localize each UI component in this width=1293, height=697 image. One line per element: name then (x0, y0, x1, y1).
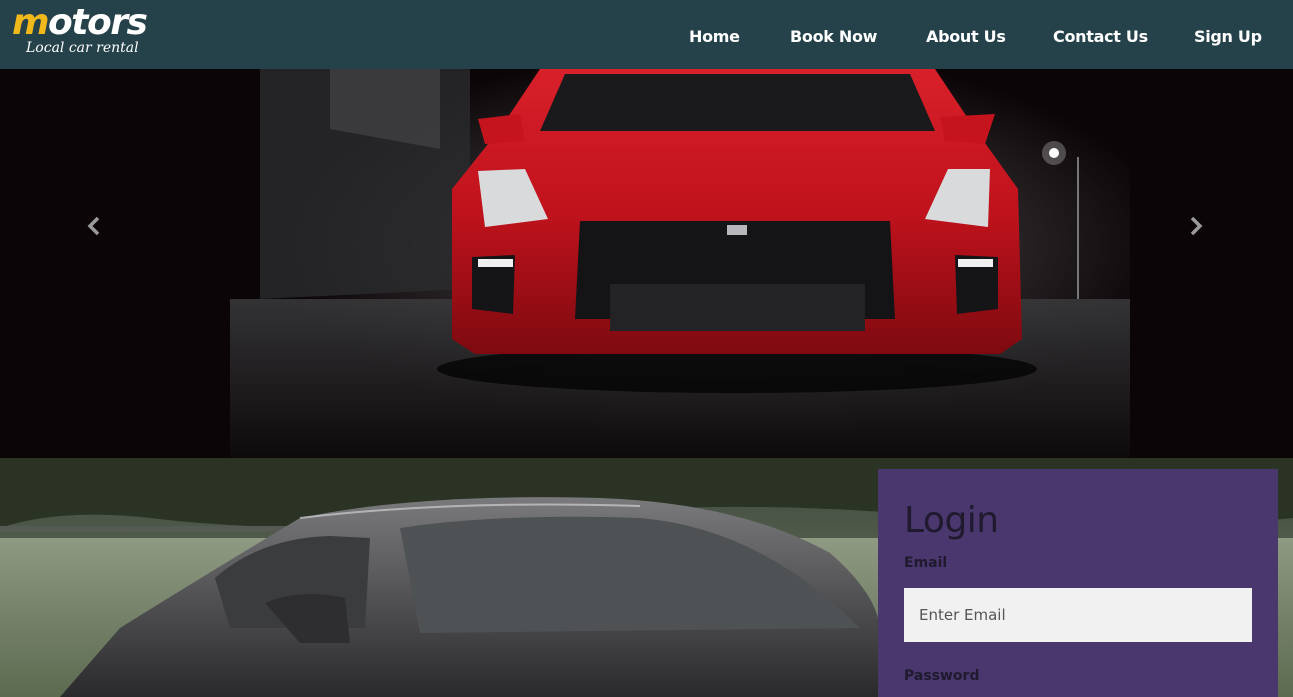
nav-sign-up[interactable]: Sign Up (1194, 27, 1262, 46)
nav-home[interactable]: Home (689, 27, 740, 46)
chevron-right-icon (1190, 216, 1203, 236)
chevron-left-icon (87, 216, 100, 236)
carousel-prev-button[interactable] (79, 209, 109, 243)
email-field[interactable] (904, 588, 1252, 642)
nav-book-now[interactable]: Book Now (790, 27, 877, 46)
email-label: Email (904, 555, 948, 571)
password-label: Password (904, 668, 980, 684)
login-panel: Login Email Password (878, 469, 1278, 697)
nav-about-us[interactable]: About Us (926, 27, 1006, 46)
top-navbar: motors Local car rental Home Book Now Ab… (0, 0, 1293, 69)
nav-contact-us[interactable]: Contact Us (1053, 27, 1148, 46)
carousel-next-button[interactable] (1181, 209, 1211, 243)
logo-wordmark: motors (12, 2, 148, 43)
brand-logo[interactable]: motors Local car rental (12, 2, 172, 62)
logo-tagline: Local car rental (26, 40, 139, 56)
login-title: Login (904, 500, 999, 541)
hero-carousel (0, 69, 1293, 458)
red-sports-car-image (0, 69, 1293, 458)
